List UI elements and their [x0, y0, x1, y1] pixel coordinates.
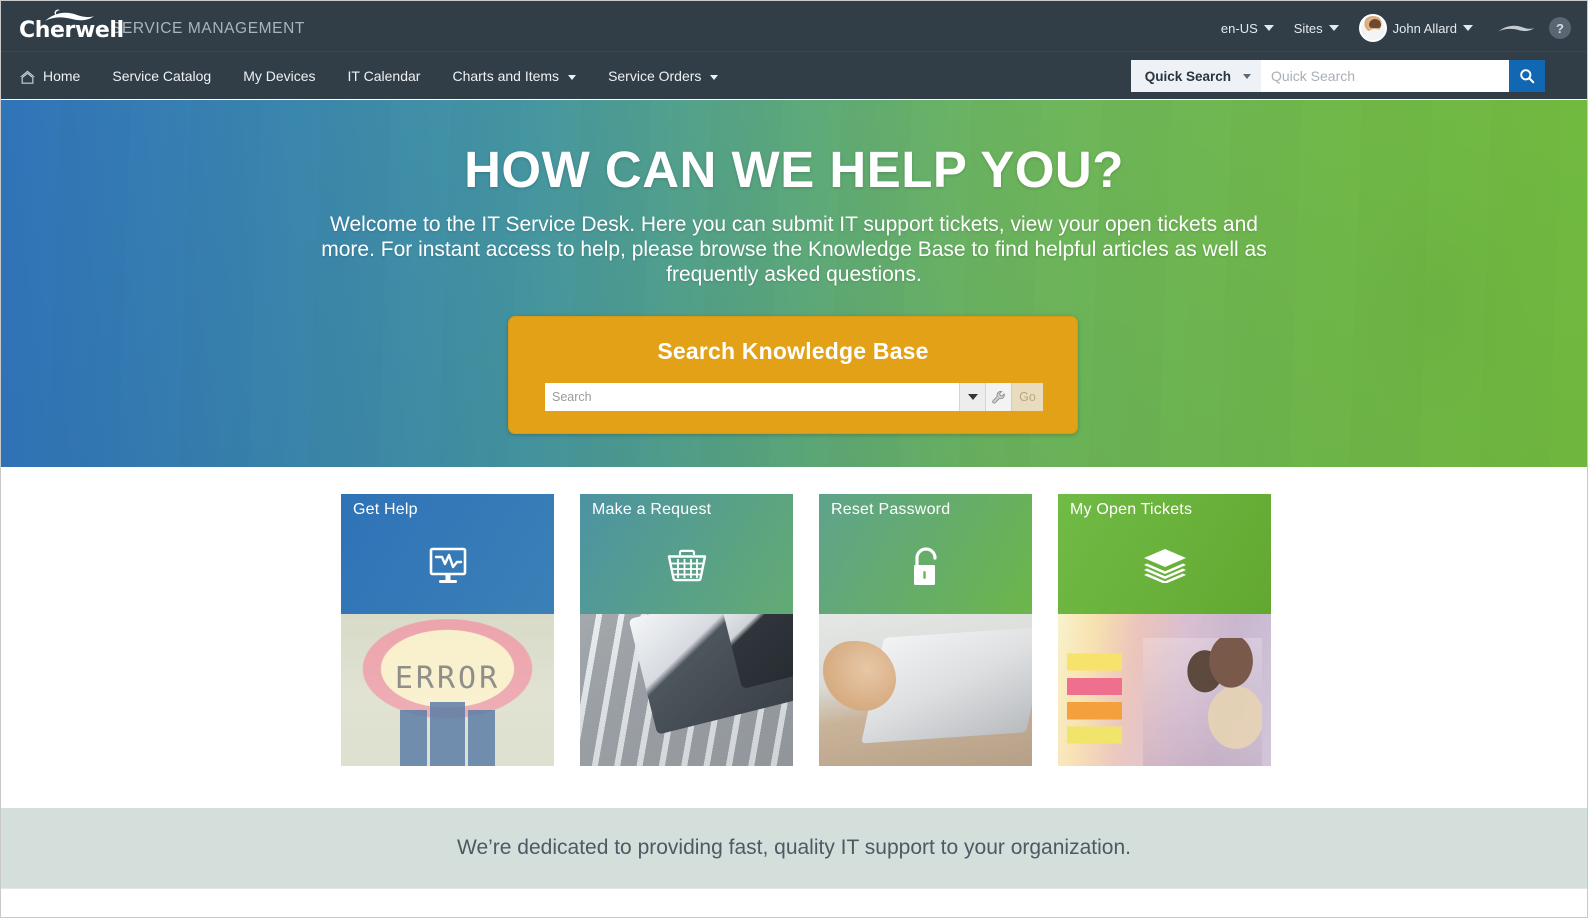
knowledge-base-search-panel: Search Knowledge Base Go [508, 316, 1078, 434]
nav-item-my-devices[interactable]: My Devices [227, 52, 331, 100]
knowledge-base-title: Search Knowledge Base [657, 338, 929, 364]
nav-item-home[interactable]: Home [11, 52, 96, 100]
tile-get-help[interactable]: Get Help [341, 494, 554, 766]
tile-make-a-request[interactable]: Make a Request [580, 494, 793, 766]
nav-label: Service Catalog [112, 68, 212, 84]
tile-label: Reset Password [831, 501, 951, 518]
chevron-down-icon [568, 74, 577, 80]
tile-photo-image [580, 614, 793, 766]
user-name-label: John Allard [1392, 20, 1457, 36]
knowledge-base-go-button[interactable]: Go [1011, 383, 1043, 411]
tile-photo-image [341, 614, 554, 766]
brand[interactable]: Cherwell SERVICE MANAGEMENT [19, 9, 305, 43]
tile-photo-image [1058, 614, 1271, 766]
help-icon[interactable]: ? [1549, 17, 1571, 39]
nav-item-service-catalog[interactable]: Service Catalog [96, 52, 227, 100]
hero-subtitle: Welcome to the IT Service Desk. Here you… [321, 213, 1267, 286]
hero-title: HOW CAN WE HELP YOU? [464, 141, 1124, 198]
monitor-error-icon [429, 547, 466, 583]
nav-items: Home Service Catalog My Devices IT Calen… [11, 52, 734, 100]
knowledge-base-search-row: Go [545, 383, 1043, 411]
quick-search-scope-label: Quick Search [1144, 68, 1231, 84]
locale-label: en-US [1220, 20, 1258, 36]
cherwell-logo: Cherwell [19, 9, 124, 43]
user-menu[interactable]: John Allard [1349, 10, 1483, 46]
tile-label: Get Help [353, 501, 418, 518]
nav-label: Charts and Items [452, 68, 560, 84]
chevron-down-icon [1463, 25, 1473, 31]
sites-label: Sites [1293, 20, 1323, 36]
cherwell-swoosh-icon [1498, 25, 1535, 32]
quick-search-submit-button[interactable] [1509, 60, 1545, 92]
hero-banner: HOW CAN WE HELP YOU? Welcome to the IT S… [1, 100, 1587, 467]
tile-label: My Open Tickets [1070, 501, 1193, 518]
bottom-strip [1, 888, 1587, 917]
quick-search-scope-selector[interactable]: Quick Search [1130, 60, 1261, 92]
tile-photo [819, 614, 1032, 766]
brand-wordmark: Cherwell [19, 18, 124, 43]
nav-label: IT Calendar [347, 68, 421, 84]
quick-search-input[interactable] [1261, 60, 1509, 92]
padlock-open-icon [913, 547, 937, 585]
wrench-icon [992, 390, 1005, 404]
tile-icon-wrap [341, 547, 554, 587]
tile-header: Make a Request [580, 494, 793, 614]
nav-label: My Devices [243, 68, 316, 84]
chevron-down-icon [1243, 73, 1251, 79]
help-glyph: ? [1556, 20, 1564, 36]
go-label: Go [1019, 390, 1036, 404]
tile-header: Get Help [341, 494, 554, 614]
brand-subtitle: SERVICE MANAGEMENT [111, 20, 305, 37]
tile-label: Make a Request [592, 501, 712, 518]
tile-header: Reset Password [819, 494, 1032, 614]
search-icon [1520, 69, 1535, 84]
tile-icon-wrap [819, 547, 1032, 589]
tile-icon-wrap [580, 547, 793, 585]
stacked-layers-icon [1143, 549, 1186, 583]
nav-label: Home [43, 68, 81, 84]
knowledge-base-search-input[interactable] [545, 383, 959, 411]
avatar [1358, 14, 1387, 42]
tile-header: My Open Tickets [1058, 494, 1271, 614]
shopping-basket-icon [667, 549, 706, 582]
knowledge-base-tools-button[interactable] [985, 383, 1011, 411]
home-icon [20, 70, 35, 84]
chevron-down-icon [1263, 25, 1274, 31]
knowledge-base-dropdown-button[interactable] [959, 383, 985, 411]
nav-item-it-calendar[interactable]: IT Calendar [332, 52, 437, 100]
tile-icon-wrap [1058, 547, 1271, 583]
nav-item-service-orders[interactable]: Service Orders [592, 52, 734, 100]
footer-message: We’re dedicated to providing fast, quali… [457, 836, 1131, 859]
app-window: Cherwell SERVICE MANAGEMENT en-US Sites … [0, 0, 1588, 918]
tile-photo-image [819, 614, 1032, 766]
tile-photo [1058, 614, 1271, 766]
tile-my-open-tickets[interactable]: My Open Tickets [1058, 494, 1271, 766]
tile-reset-password[interactable]: Reset Password [819, 494, 1032, 766]
nav-label: Service Orders [608, 68, 702, 84]
tile-photo [341, 614, 554, 766]
chevron-down-icon [710, 74, 719, 80]
locale-selector[interactable]: en-US [1211, 17, 1284, 40]
tile-photo [580, 614, 793, 766]
footer-message-band: We’re dedicated to providing fast, quali… [1, 808, 1587, 888]
main-navigation-bar: Home Service Catalog My Devices IT Calen… [1, 51, 1587, 99]
quick-search: Quick Search [1130, 60, 1545, 92]
top-header-bar: Cherwell SERVICE MANAGEMENT en-US Sites … [1, 1, 1587, 51]
nav-item-charts-and-items[interactable]: Charts and Items [436, 52, 592, 100]
chevron-down-icon [1328, 25, 1339, 31]
quick-action-tiles: Get Help Make a Request [341, 494, 1271, 766]
top-right-controls: en-US Sites John Allard ? [1211, 10, 1571, 46]
sites-selector[interactable]: Sites [1284, 17, 1349, 40]
chevron-down-icon [967, 394, 978, 400]
